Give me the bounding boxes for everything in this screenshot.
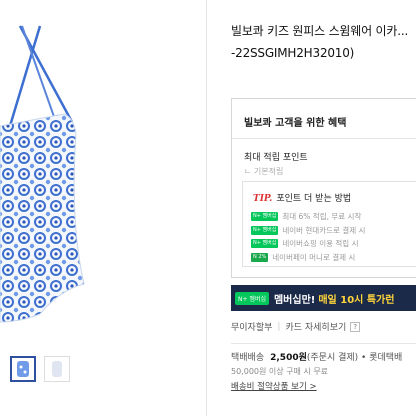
tip-item[interactable]: N+ 멤버십 네이버쇼핑 이용 적립 시: [251, 237, 416, 250]
tip-item-text: 네이버 현대카드로 결제 시: [282, 225, 366, 235]
product-title-line-1: 빌보콰 키즈 원피스 스윔웨어 이카...: [231, 24, 409, 38]
tip-item-text: 네이버페이 머니로 결제 시: [272, 252, 356, 262]
banner-highlight: 매일 10시 특가런: [318, 294, 395, 306]
thumbnail-1[interactable]: [10, 356, 36, 382]
free-shipping-note: 50,000원 이상 구매 시 무료: [231, 367, 329, 376]
tip-item[interactable]: N 2% 네이버페이 머니로 결제 시: [251, 251, 416, 264]
shipping-label: 택배배송: [231, 353, 265, 363]
membership-badge: N+ 멤버십: [251, 225, 279, 235]
product-main-image[interactable]: [0, 22, 206, 338]
membership-banner[interactable]: N+ 멤버십 멤버십만! 매일 10시 특가런: [231, 285, 416, 311]
shipping-condition: (주문시 결제) • 롯데택배: [306, 353, 403, 363]
tip-title: TIP. 포인트 더 받는 방법: [243, 182, 416, 204]
product-info-panel: 빌보콰 키즈 원피스 스윔웨어 이카... -22SSGIMH2H32010) …: [207, 0, 416, 416]
membership-badge: N+ 멤버십: [251, 212, 279, 221]
card-info-row: 무이자할부 | 카드 자세히보기 ?: [231, 320, 361, 333]
thumbnail-list: [10, 356, 70, 382]
shipping-price: 2,500원: [270, 353, 307, 363]
tip-item[interactable]: N+ 멤버십 최대 6% 적립, 무료 시작: [251, 210, 416, 223]
npay-badge: N 2%: [251, 252, 269, 262]
tip-label: TIP.: [253, 194, 273, 204]
section-divider: [231, 343, 416, 344]
shipping-row: 택배배송 2,500원 (주문시 결제) • 롯데택배: [231, 350, 402, 363]
card-detail-link[interactable]: 카드 자세히보기: [285, 320, 346, 333]
product-title: 빌보콰 키즈 원피스 스윔웨어 이카... -22SSGIMH2H32010): [231, 20, 416, 64]
product-gallery: [0, 0, 206, 416]
product-title-line-2: -22SSGIMH2H32010): [231, 46, 355, 60]
tip-title-text: 포인트 더 받는 방법: [276, 194, 352, 204]
benefit-box: 빌보콰 고객을 위한 혜택 최대 적립 포인트 ㄴ 기본적립 TIP. 포인트 더…: [231, 98, 416, 278]
tip-item-text: 최대 6% 적립, 무료 시작: [282, 212, 362, 221]
card-separator: |: [277, 321, 281, 332]
installment-label: 무이자할부: [231, 323, 273, 333]
banner-text: 멤버십만!: [273, 294, 316, 306]
shipping-saving-link[interactable]: 배송비 절약상품 보기 >: [231, 380, 317, 392]
help-icon[interactable]: ?: [350, 321, 361, 332]
banner-membership-badge: N+ 멤버십: [235, 291, 269, 305]
base-points-text: 기본적립: [253, 167, 284, 176]
base-points-label: ㄴ 기본적립: [244, 167, 284, 176]
thumbnail-2[interactable]: [44, 356, 70, 382]
membership-badge: N+ 멤버십: [251, 239, 279, 248]
tip-box: TIP. 포인트 더 받는 방법 N+ 멤버십 최대 6% 적립, 무료 시작 N…: [242, 181, 416, 267]
tip-item-text: 네이버쇼핑 이용 적립 시: [282, 239, 359, 248]
max-points-label: 최대 적립 포인트: [244, 153, 308, 163]
tip-list: N+ 멤버십 최대 6% 적립, 무료 시작 N+ 멤버십 네이버 현대카드로 …: [243, 204, 416, 264]
benefit-heading: 빌보콰 고객을 위한 혜택: [232, 99, 416, 139]
product-page: 빌보콰 키즈 원피스 스윔웨어 이카... -22SSGIMH2H32010) …: [0, 0, 416, 416]
tip-item[interactable]: N+ 멤버십 네이버 현대카드로 결제 시: [251, 224, 416, 237]
